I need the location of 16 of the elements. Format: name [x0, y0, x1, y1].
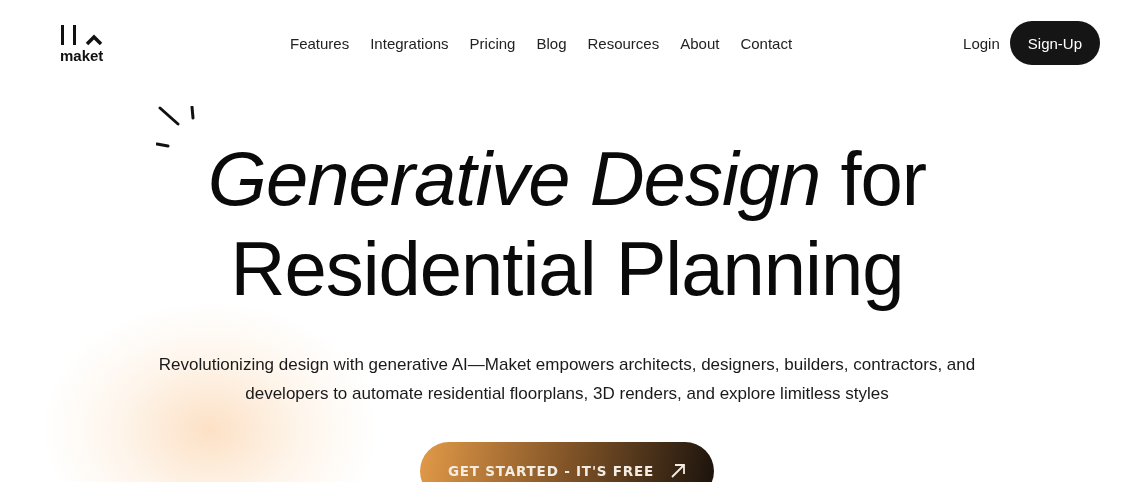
hero-subtitle: Revolutionizing design with generative AI—Maket empowers architects, designers, builders, contractors, and developers to automate residential floorplans, 3D renders, and explore limitless styles [157, 354, 977, 405]
nav-link[interactable]: Blog [536, 34, 567, 52]
get-started-button[interactable]: GET STARTED - IT'S FREE [419, 442, 715, 482]
signup-button[interactable]: Sign-Up [1009, 21, 1100, 65]
headline: Generative Design for [207, 135, 927, 223]
nav-link[interactable]: Features [290, 34, 350, 52]
nav-link[interactable]: Integrations [370, 34, 449, 52]
login-link[interactable]: Login [963, 34, 1000, 52]
nav-link[interactable]: About [680, 34, 720, 52]
arrow-icon [670, 463, 687, 479]
logo-text: maket [60, 47, 104, 63]
nav-link[interactable]: Pricing [469, 34, 516, 52]
logo-icon [60, 23, 104, 46]
headline: Residential Planning [230, 225, 904, 313]
nav-link[interactable]: Contact [740, 34, 793, 52]
nav-link[interactable]: Resources [587, 34, 660, 52]
